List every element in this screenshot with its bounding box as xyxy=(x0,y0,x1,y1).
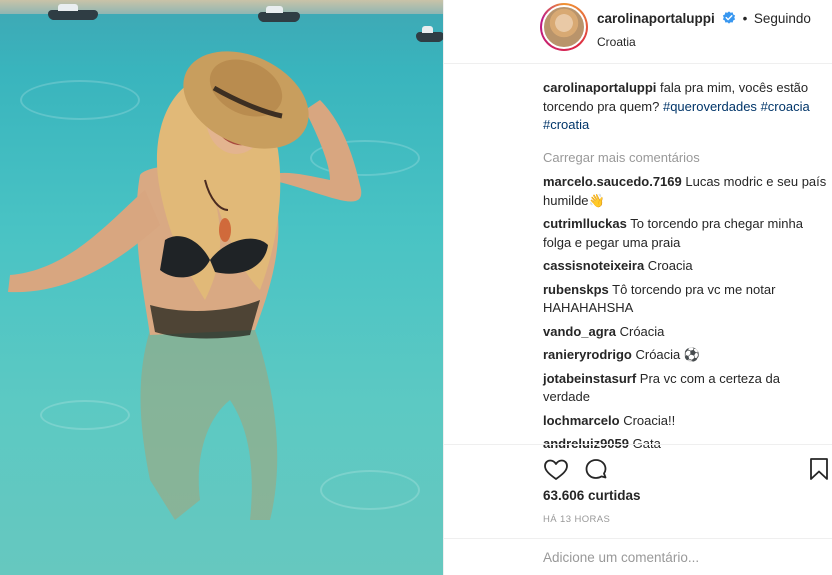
comment-item: vando_agra Cróacia xyxy=(543,323,828,342)
hashtag-link[interactable]: #queroverdades xyxy=(663,99,757,114)
bookmark-icon[interactable] xyxy=(806,456,832,482)
comment-item: marcelo.saucedo.7169 Lucas modric e seu … xyxy=(543,173,828,210)
likes-count[interactable]: 63.606 curtidas xyxy=(543,488,641,503)
comment-text: Cróacia xyxy=(615,323,665,339)
hashtag-link[interactable]: #croatia xyxy=(543,117,589,132)
caption-username[interactable]: carolinaportaluppi xyxy=(543,80,656,95)
hashtag-link[interactable]: #croacia xyxy=(761,99,810,114)
comment-item: cutrimlluckas To torcendo pra chegar min… xyxy=(543,215,828,252)
avatar-story-ring[interactable] xyxy=(540,3,588,51)
post-details-panel: carolinaportaluppi • Seguindo Croatia ca… xyxy=(443,0,832,575)
comment-item: lochmarcelo Croacia!! xyxy=(543,412,828,431)
comments-list: carolinaportaluppi fala pra mim, vocês e… xyxy=(543,79,828,459)
following-button[interactable]: Seguindo xyxy=(754,11,811,26)
comment-username[interactable]: lochmarcelo xyxy=(543,413,620,428)
comment-username[interactable]: cassisnoteixeira xyxy=(543,258,644,273)
comment-text: Croacia!! xyxy=(619,412,676,428)
comment-item: cassisnoteixeira Croacia xyxy=(543,257,828,276)
comment-item: rubenskps Tô torcendo pra vc me notar HA… xyxy=(543,281,828,318)
avatar[interactable] xyxy=(542,5,586,49)
comment-username[interactable]: ranieryrodrigo xyxy=(543,347,632,362)
comment-username[interactable]: rubenskps xyxy=(543,282,609,297)
comment-username[interactable]: vando_agra xyxy=(543,324,616,339)
comment-username[interactable]: cutrimlluckas xyxy=(543,216,627,231)
load-more-comments-button[interactable]: Carregar mais comentários xyxy=(543,149,828,168)
header-username[interactable]: carolinaportaluppi xyxy=(597,11,715,26)
comment-username[interactable]: marcelo.saucedo.7169 xyxy=(543,174,682,189)
add-comment-area xyxy=(444,538,832,575)
verified-badge-icon xyxy=(723,11,736,24)
comment-bubble-icon[interactable] xyxy=(583,457,609,483)
comment-text: Cróacia ⚽ xyxy=(631,347,701,362)
separator-dot: • xyxy=(742,11,748,26)
comment-username[interactable]: jotabeinstasurf xyxy=(543,371,636,386)
add-comment-input[interactable] xyxy=(543,550,813,565)
post-timestamp[interactable]: HÁ 13 HORAS xyxy=(543,514,610,525)
comment-text: Croacia xyxy=(644,258,693,273)
comment-item: jotabeinstasurf Pra vc com a certeza da … xyxy=(543,370,828,407)
post-photo[interactable] xyxy=(0,0,443,575)
woman-in-water-figure xyxy=(8,51,362,520)
action-bar xyxy=(444,444,832,494)
comment-item: ranieryrodrigo Cróacia ⚽ xyxy=(543,346,828,365)
location-link[interactable]: Croatia xyxy=(597,35,811,49)
heart-icon[interactable] xyxy=(543,457,569,483)
header-text: carolinaportaluppi • Seguindo Croatia xyxy=(597,10,811,49)
caption: carolinaportaluppi fala pra mim, vocês e… xyxy=(543,79,828,135)
post-header: carolinaportaluppi • Seguindo Croatia xyxy=(444,0,832,64)
